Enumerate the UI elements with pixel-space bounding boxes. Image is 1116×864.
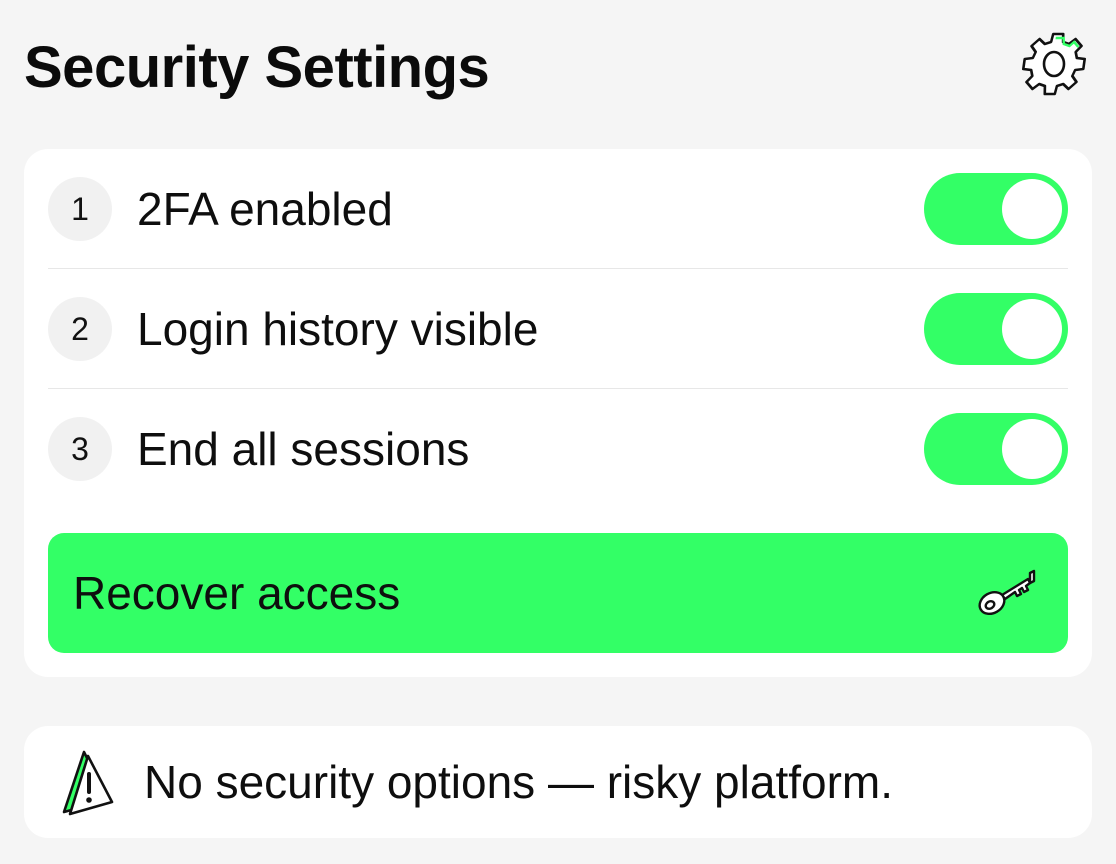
settings-button[interactable] [1022,28,1086,100]
setting-label: Login history visible [137,303,539,355]
security-options-card: 1 2FA enabled 2 Login history visible 3 … [24,149,1092,677]
toggle-knob [1002,299,1062,359]
toggle-login-history[interactable] [924,293,1068,365]
toggle-knob [1002,419,1062,479]
step-number: 1 [48,177,112,241]
setting-row-login-history: 2 Login history visible [48,269,1068,389]
key-icon [978,569,1036,616]
toggle-end-sessions[interactable] [924,413,1068,485]
page-title: Security Settings [24,35,490,100]
recover-access-button[interactable]: Recover access [48,533,1068,653]
recover-access-label: Recover access [73,567,401,619]
warning-icon-wrap [50,742,122,822]
gear-icon [1022,32,1086,96]
header: Security Settings [24,22,1092,112]
toggle-knob [1002,179,1062,239]
warning-text: No security options — risky platform. [144,756,894,808]
warning-notice: No security options — risky platform. [24,726,1092,838]
toggle-2fa[interactable] [924,173,1068,245]
setting-row-end-sessions: 3 End all sessions [48,389,1068,509]
step-number: 3 [48,417,112,481]
warning-icon [62,750,114,816]
setting-label: 2FA enabled [137,183,393,235]
step-number: 2 [48,297,112,361]
key-icon-wrap [972,557,1044,629]
setting-label: End all sessions [137,423,470,475]
setting-row-2fa: 1 2FA enabled [48,149,1068,269]
